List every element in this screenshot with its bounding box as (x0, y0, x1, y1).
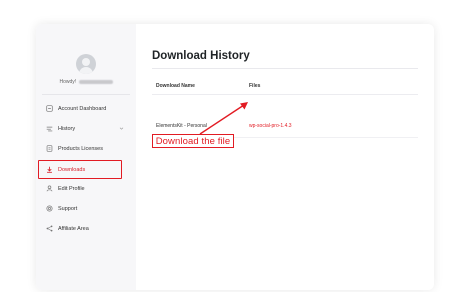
sidebar-item-history[interactable]: History (42, 120, 130, 137)
column-header-files: Files (249, 83, 261, 89)
share-icon (44, 224, 54, 234)
history-icon (44, 124, 54, 134)
sidebar-item-support[interactable]: Support (42, 200, 130, 217)
account-card: Howdy! Account Dashboard History Product… (36, 24, 434, 290)
greeting-text: Howdy! (59, 79, 77, 85)
sidebar-item-label: Affiliate Area (58, 225, 89, 232)
sidebar-item-label: Edit Profile (58, 185, 85, 192)
sidebar-item-account-dashboard[interactable]: Account Dashboard (42, 100, 130, 117)
main-content: Download History Download Name Files Ele… (152, 24, 422, 290)
blurred-username (78, 79, 113, 84)
column-header-download-name: Download Name (156, 83, 195, 89)
avatar-body-icon (79, 67, 93, 74)
license-icon (44, 144, 54, 154)
user-icon (44, 184, 54, 194)
chevron-down-icon[interactable] (119, 126, 124, 131)
download-name-cell: ElementsKit - Personal (156, 123, 207, 129)
sidebar-item-downloads[interactable]: Downloads (42, 161, 130, 178)
sidebar-item-affiliate-area[interactable]: Affiliate Area (42, 220, 130, 237)
file-download-link[interactable]: wp-social-pro-1.4.3 (249, 123, 292, 129)
file-cell: wp-social-pro-1.4.3 (249, 123, 292, 129)
sidebar-item-label: History (58, 125, 76, 132)
download-icon (44, 165, 54, 175)
account-sidebar: Howdy! Account Dashboard History Product… (36, 24, 136, 290)
greeting: Howdy! (40, 79, 132, 85)
sidebar-item-label: Account Dashboard (58, 105, 107, 112)
table-header-divider (152, 94, 418, 95)
avatar-head-icon (82, 58, 90, 66)
page-title: Download History (152, 50, 250, 62)
sidebar-item-edit-profile[interactable]: Edit Profile (42, 180, 130, 197)
avatar (76, 54, 96, 74)
sidebar-item-products-licenses[interactable]: Products Licenses (42, 140, 130, 157)
annotation-callout: Download the file (152, 134, 234, 148)
title-divider (152, 68, 418, 69)
support-icon (44, 204, 54, 214)
dashboard-icon (44, 104, 54, 114)
sidebar-item-label: Products Licenses (58, 145, 103, 152)
sidebar-item-label: Downloads (58, 166, 86, 173)
sidebar-item-label: Support (58, 205, 78, 212)
menu-divider (42, 94, 130, 95)
